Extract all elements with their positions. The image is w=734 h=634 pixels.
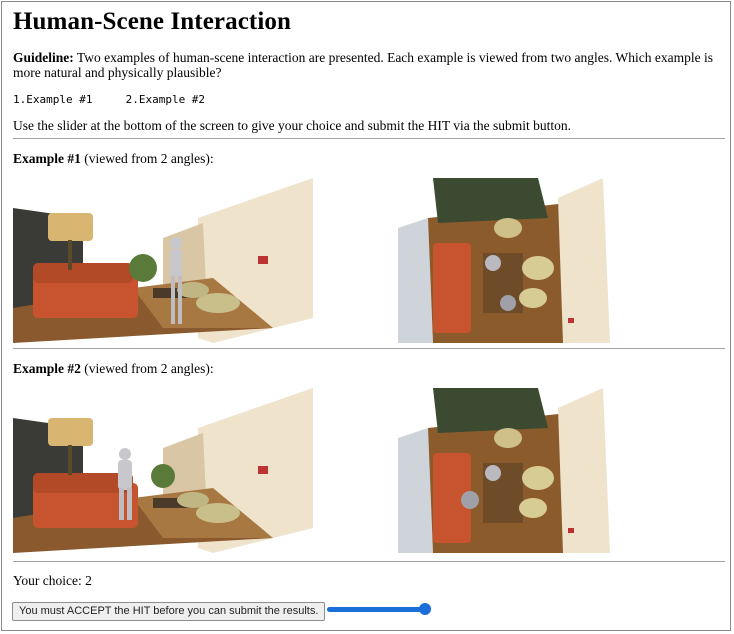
divider-middle: [13, 348, 725, 349]
example-1-caption: (viewed from 2 angles):: [80, 151, 214, 166]
instruction-text: Use the slider at the bottom of the scre…: [13, 118, 572, 133]
submit-button[interactable]: You must ACCEPT the HIT before you can s…: [12, 602, 326, 621]
example-1-view-front: [13, 178, 313, 343]
guideline-label: Guideline:: [13, 50, 74, 65]
example-2-title: Example #2 (viewed from 2 angles):: [13, 361, 214, 377]
example-1-view-top: [388, 178, 610, 343]
option-list: 1.Example #1 2.Example #2: [13, 93, 206, 106]
example-2-label: Example #2: [13, 361, 81, 376]
example-1-label: Example #1: [13, 151, 81, 166]
divider-bottom: [13, 561, 725, 562]
example-1-title: Example #1 (viewed from 2 angles):: [13, 151, 214, 167]
slider-fill: [327, 607, 425, 612]
example-2-caption: (viewed from 2 angles):: [80, 361, 214, 376]
guideline-text: Two examples of human-scene interaction …: [13, 50, 713, 80]
divider-top: [13, 138, 725, 139]
choice-readout: Your choice: 2: [13, 573, 92, 589]
example-2-view-top: [388, 388, 610, 553]
example-2-view-front: [13, 388, 313, 553]
page-title: Human-Scene Interaction: [13, 8, 291, 35]
task-header: Human-Scene Interaction Guideline: Two e…: [13, 6, 725, 134]
choice-slider[interactable]: [327, 603, 431, 617]
slider-thumb[interactable]: [419, 603, 431, 615]
choice-prefix: Your choice:: [13, 573, 86, 588]
guideline: Guideline: Two examples of human-scene i…: [13, 50, 725, 80]
choice-value: 2: [85, 573, 92, 588]
